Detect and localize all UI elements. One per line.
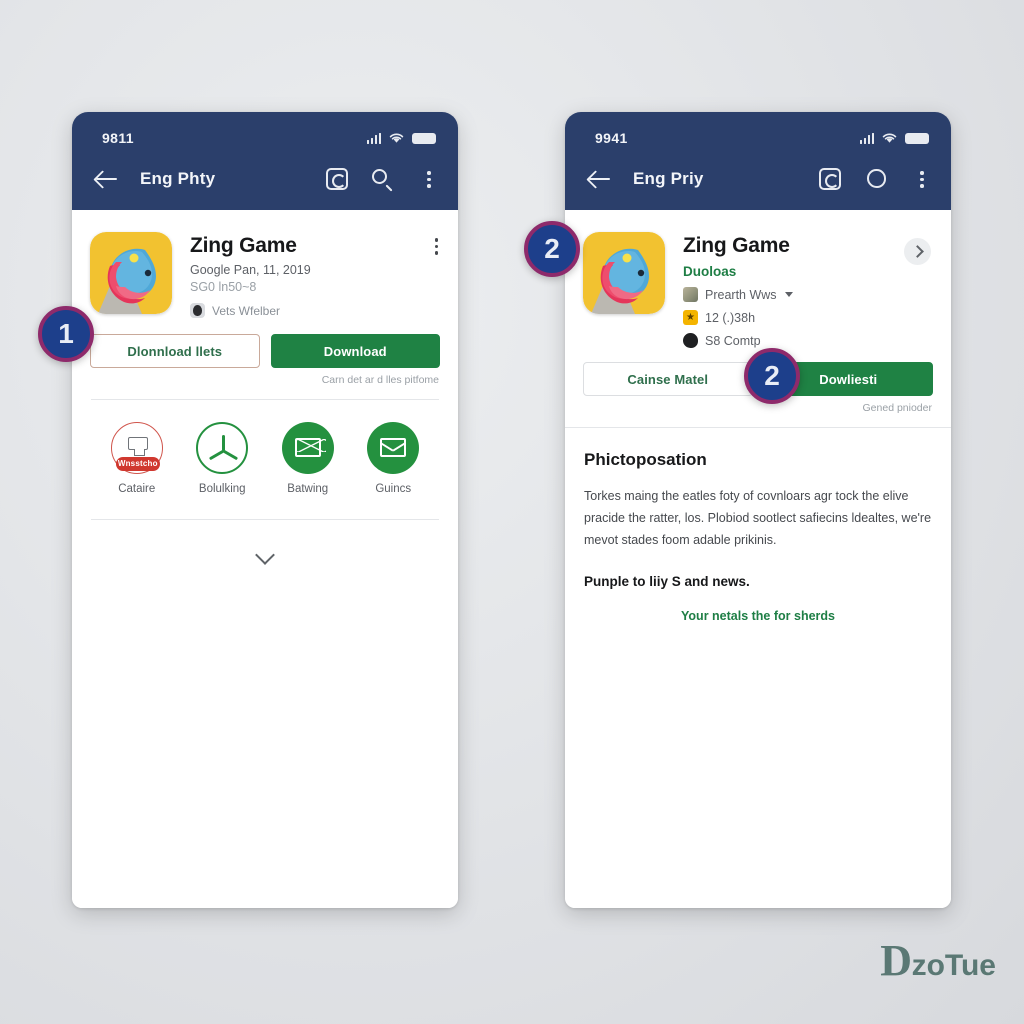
quick-action-cataire[interactable]: Wnsstcho Cataire (99, 422, 175, 495)
chevron-down-icon (255, 545, 275, 565)
status-icons (366, 132, 436, 144)
app-meta-left: Zing Game Google Pan, 11, 2019 SG0 ln50~… (190, 232, 417, 318)
watermark-d: D (880, 936, 912, 985)
action-buttons-left: Dlonnload llets Download (72, 318, 458, 368)
app-subtitle: Google Pan, 11, 2019 (190, 263, 311, 277)
envelope-cross-icon (367, 422, 420, 474)
rating-badge-icon (683, 310, 698, 325)
app-category-row[interactable]: Prearth Wws (683, 287, 886, 302)
quick-action-bolulking[interactable]: Bolulking (184, 422, 260, 495)
app-rating-label: 12 (.)38h (705, 310, 756, 325)
search-icon[interactable] (372, 168, 394, 192)
app-downloads-row: S8 Comtp (683, 333, 886, 348)
status-bar-right: 9941 (565, 112, 951, 150)
status-time: 9941 (595, 130, 628, 146)
circle-ring-icon[interactable] (865, 168, 887, 190)
download-button[interactable]: Download (270, 334, 440, 368)
caret-down-icon (784, 292, 793, 297)
app-summary-right: Zing Game Duoloas Prearth Wws 12 (.)38h … (565, 210, 951, 348)
signal-bars-icon (366, 132, 381, 144)
downloads-icon (683, 333, 698, 348)
phone-header-left: 9811 Eng Phty (72, 112, 458, 210)
description-link[interactable]: Your netals the for sherds (584, 609, 932, 623)
quick-action-label: Bolulking (198, 483, 246, 495)
download-list-button[interactable]: Dlonnload llets (90, 334, 260, 368)
kebab-menu-icon[interactable] (911, 168, 933, 190)
description-paragraph: Torkes maing the eatles foty of covnloar… (584, 489, 932, 547)
category-thumb-icon (683, 287, 698, 302)
app-downloads-label: S8 Comtp (705, 333, 761, 348)
verified-label: Vets Wfelber (212, 303, 281, 318)
app-developer[interactable]: Duoloas (683, 264, 886, 279)
printer-icon: Wnsstcho (110, 422, 163, 474)
app-rating-row: 12 (.)38h (683, 310, 886, 325)
quick-actions-row: Wnsstcho Cataire Bolulking Batwing Guinc… (72, 400, 458, 495)
app-kebab-menu-icon[interactable] (434, 232, 438, 255)
verified-badge-icon (190, 303, 205, 318)
envelope-icon (281, 422, 334, 474)
chevron-right-icon[interactable] (904, 238, 931, 265)
quick-action-batwing[interactable]: Batwing (270, 422, 346, 495)
quick-action-guincs[interactable]: Guincs (355, 422, 431, 495)
expand-more-button[interactable] (72, 520, 458, 565)
appbar-title: Eng Priy (633, 169, 704, 188)
appbar-title: Eng Phty (140, 169, 216, 188)
battery-icon (905, 132, 929, 144)
back-arrow-icon[interactable] (587, 166, 613, 192)
app-bar-right: Eng Priy (565, 150, 951, 208)
appbar-actions-right (819, 168, 933, 190)
back-arrow-icon[interactable] (94, 166, 120, 192)
fan-icon (196, 422, 249, 474)
app-size: SG0 ln50~8 (190, 280, 257, 294)
quick-action-label: Batwing (287, 483, 329, 495)
status-time: 9811 (102, 130, 134, 146)
download-note: Carn det ar d lles pitfome (321, 374, 439, 386)
action-pill-label: Wnsstcho (115, 457, 160, 471)
quick-action-label: Cataire (118, 483, 156, 495)
phone-mockup-left: 9811 Eng Phty Zing Game Google Pan, 11, … (72, 112, 458, 908)
app-title: Zing Game (683, 234, 790, 257)
cancel-button[interactable]: Cainse Matel (583, 362, 753, 396)
app-bar-left: Eng Phty (72, 150, 458, 208)
app-meta-right: Zing Game Duoloas Prearth Wws 12 (.)38h … (683, 232, 886, 348)
phone-body-right: Zing Game Duoloas Prearth Wws 12 (.)38h … (565, 210, 951, 908)
signal-bars-icon (859, 132, 874, 144)
zing-game-app-icon (583, 232, 665, 314)
watermark-text: zoTue (911, 949, 996, 982)
description-heading: Phictoposation (584, 450, 707, 469)
step-marker-1: 1 (38, 306, 94, 362)
description-section: Phictoposation Torkes maing the eatles f… (565, 428, 951, 623)
app-category-label: Prearth Wws (705, 287, 777, 302)
screenshot-canvas: 9811 Eng Phty Zing Game Google Pan, 11, … (0, 0, 1024, 1024)
app-summary-left: Zing Game Google Pan, 11, 2019 SG0 ln50~… (72, 210, 458, 318)
phone-header-right: 9941 Eng Priy (565, 112, 951, 210)
phone-body-left: Zing Game Google Pan, 11, 2019 SG0 ln50~… (72, 210, 458, 908)
quick-action-label: Guincs (375, 483, 412, 495)
kebab-menu-icon[interactable] (418, 168, 440, 190)
description-bold-line: Punple to liiy S and news. (584, 573, 750, 589)
battery-icon (412, 132, 436, 144)
watermark-logo: D zoTue (880, 935, 996, 986)
status-icons (859, 132, 929, 144)
phone-mockup-right: 9941 Eng Priy Zing Game Duoloas Prearth … (565, 112, 951, 908)
wifi-icon (882, 133, 897, 143)
status-bar-left: 9811 (72, 112, 458, 150)
step-marker-2-right: 2 (744, 348, 800, 404)
app-verified-row: Vets Wfelber (190, 303, 417, 318)
camera-icon[interactable] (819, 168, 841, 190)
appbar-actions-left (326, 168, 440, 192)
step-marker-2-left: 2 (524, 221, 580, 277)
app-title: Zing Game (190, 234, 297, 257)
camera-icon[interactable] (326, 168, 348, 190)
zing-game-app-icon (90, 232, 172, 314)
wifi-icon (389, 133, 404, 143)
